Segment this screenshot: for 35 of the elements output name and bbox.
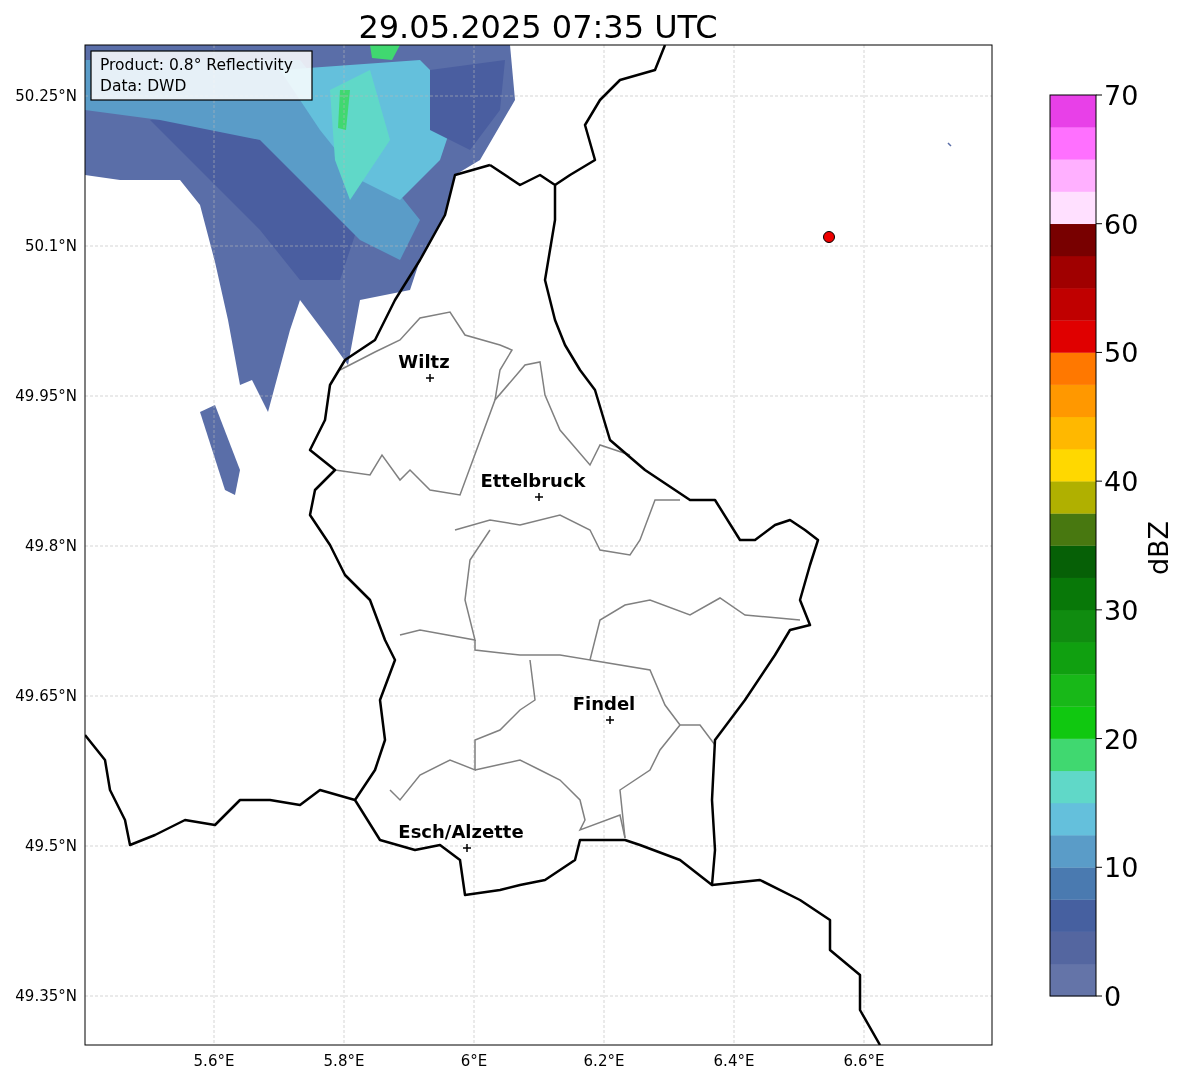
city-label: Esch/Alzette [398,821,524,842]
info-text: Data: DWD [100,77,187,95]
chart-title: 29.05.2025 07:35 UTC [358,8,718,46]
colorbar-tick-label: 40 [1104,466,1139,498]
axis-tick-label: 49.65°N [15,687,77,705]
city-marker-icon [425,373,435,383]
colorbar-tick-label: 50 [1104,337,1139,369]
colorbar-tick-label: 70 [1104,80,1139,111]
colorbar-tick-label: 0 [1104,981,1122,1012]
axis-tick-label: 6.2°E [583,1052,625,1070]
city-marker-icon [534,492,544,502]
colorbar-tick-label: 10 [1104,852,1139,884]
colorbar-title: dBZ [1143,520,1174,576]
axis-tick-label: 6°E [460,1052,488,1070]
radar-speck [947,142,952,147]
axis-tick-label: 50.1°N [24,237,77,255]
axis-tick-label: 6.6°E [843,1052,885,1070]
axis-tick-label: 5.6°E [193,1052,235,1070]
info-text: Product: 0.8° Reflectivity [100,56,293,74]
colorbar-tick-label: 30 [1104,594,1139,626]
colorbar-tick-label: 60 [1104,208,1139,240]
city-label: Ettelbruck [480,470,586,491]
colorbar-tick-label: 20 [1104,723,1139,755]
axis-tick-label: 5.8°E [323,1052,365,1070]
city-marker-icon [605,715,615,725]
axis-tick-label: 6.4°E [713,1052,755,1070]
axis-tick-label: 49.5°N [24,837,77,855]
axis-tick-label: 50.25°N [15,87,77,105]
axis-tick-label: 49.95°N [15,387,77,405]
axis-tick-label: 49.35°N [15,987,77,1005]
city-marker-icon [462,843,472,853]
axis-tick-label: 49.8°N [24,537,77,555]
city-label: Wiltz [398,351,450,372]
city-label: Findel [572,693,636,714]
location-dot [823,231,835,243]
